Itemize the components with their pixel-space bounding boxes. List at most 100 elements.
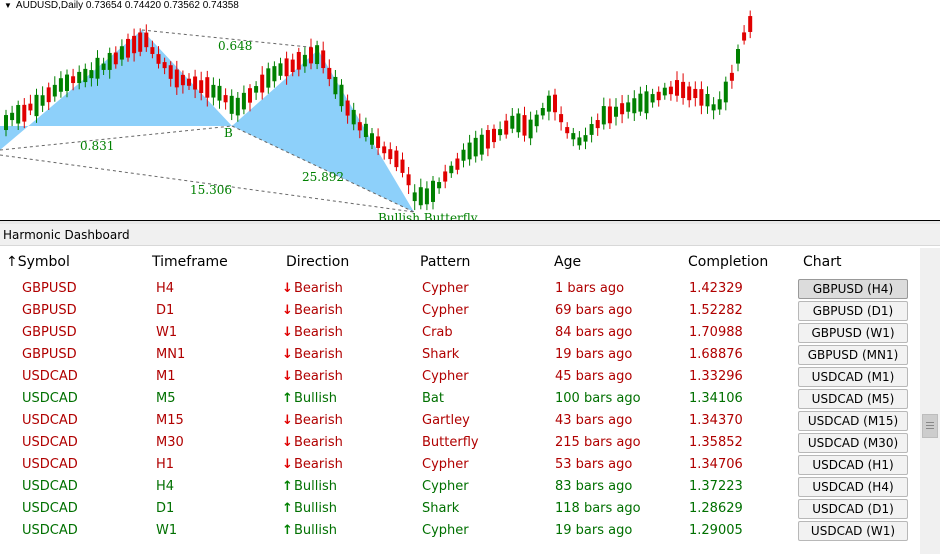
open-chart-button[interactable]: GBPUSD (W1) [798, 323, 908, 343]
table-row[interactable]: GBPUSD W1 ↓Bearish Crab 84 bars ago 1.70988 GB… [0, 322, 920, 344]
table-row[interactable]: USDCAD M1 ↓Bearish Cypher 45 bars ago 1.33296… [0, 366, 920, 388]
open-chart-button[interactable]: USDCAD (H1) [798, 455, 908, 475]
arrow-up-icon: ↑ [282, 501, 293, 516]
candle-body [681, 81, 686, 99]
column-header-direction[interactable]: Direction [286, 254, 349, 270]
direction-label: Bearish [294, 369, 343, 384]
candle-body [4, 115, 8, 131]
candle-body [498, 129, 503, 136]
candle-body [729, 72, 734, 81]
candle-body [199, 80, 204, 93]
arrow-up-icon: ↑ [282, 479, 293, 494]
table-row[interactable]: GBPUSD H4 ↓Bearish Cypher 1 bars ago 1.42329 G… [0, 278, 920, 300]
open-chart-button[interactable]: USDCAD (M30) [798, 433, 908, 453]
candle-body [528, 119, 533, 139]
ratio-label-bcd: 25.892 [302, 170, 344, 184]
open-chart-button[interactable]: USDCAD (M1) [798, 367, 908, 387]
candle-body [492, 128, 496, 143]
candle-body [22, 104, 27, 122]
candle-body [357, 122, 362, 131]
scrollbar-thumb[interactable] [922, 414, 938, 438]
candle-body [614, 106, 618, 117]
cell-direction: ↓Bearish [282, 369, 343, 384]
open-chart-button[interactable]: GBPUSD (MN1) [798, 345, 908, 365]
cell-age: 53 bars ago [555, 457, 633, 472]
open-chart-button[interactable]: GBPUSD (H4) [798, 279, 908, 299]
table-row[interactable]: USDCAD M5 ↑Bullish Bat 100 bars ago 1.34106 US… [0, 388, 920, 410]
candle-body [229, 95, 234, 114]
cell-completion: 1.68876 [689, 347, 743, 362]
column-header-age[interactable]: Age [554, 254, 581, 270]
table-row[interactable]: USDCAD H1 ↓Bearish Cypher 53 bars ago 1.34706… [0, 454, 920, 476]
candlestick-chart-canvas[interactable]: 0.6480.83115.30625.892BBullish Butterfly [0, 0, 940, 225]
cell-completion: 1.29005 [689, 523, 743, 538]
cell-completion: 1.35852 [689, 435, 743, 450]
candle-body [589, 124, 594, 135]
column-header-timeframe[interactable]: Timeframe [152, 254, 228, 270]
cell-pattern: Bat [422, 391, 444, 406]
candle-body [699, 89, 704, 106]
candle-body [376, 136, 381, 148]
candle-body [290, 59, 295, 73]
table-row[interactable]: USDCAD W1 ↑Bullish Cypher 19 bars ago 1.29005… [0, 520, 920, 542]
ratio-label-xab: 0.648 [218, 39, 252, 53]
candle-body [278, 63, 283, 76]
candle-body [406, 174, 411, 186]
price-chart[interactable]: 0.648 0.831 15.306 25.892 B Bullish Butterfly… [0, 0, 940, 225]
candle-body [449, 165, 454, 174]
open-chart-button[interactable]: USDCAD (M5) [798, 389, 908, 409]
cell-age: 118 bars ago [555, 501, 641, 516]
candle-body [723, 81, 728, 103]
candle-body [626, 102, 631, 112]
table-row[interactable]: USDCAD M15 ↓Bearish Gartley 43 bars ago 1.343… [0, 410, 920, 432]
candle-body [150, 47, 155, 54]
column-header-completion[interactable]: Completion [688, 254, 768, 270]
candle-body [748, 16, 753, 32]
cell-timeframe: W1 [156, 523, 178, 538]
candle-body [565, 127, 570, 134]
table-row[interactable]: USDCAD H4 ↑Bullish Cypher 83 bars ago 1.37223… [0, 476, 920, 498]
column-header-chart[interactable]: Chart [803, 254, 841, 270]
cell-symbol: GBPUSD [22, 347, 77, 362]
arrow-down-icon: ↓ [282, 303, 293, 318]
candle-body [315, 45, 320, 65]
cell-completion: 1.28629 [689, 501, 743, 516]
cell-completion: 1.37223 [689, 479, 743, 494]
candle-body [571, 133, 576, 140]
candle-body [736, 49, 740, 64]
column-header-symbol[interactable]: ↑Symbol [6, 254, 70, 270]
direction-label: Bearish [294, 413, 343, 428]
cell-timeframe: H4 [156, 479, 175, 494]
candle-body [321, 50, 326, 69]
candle-body [577, 137, 582, 146]
candle-body [351, 109, 356, 125]
cell-symbol: USDCAD [22, 391, 78, 406]
table-row[interactable]: USDCAD M30 ↓Bearish Butterfly 215 bars ago 1.… [0, 432, 920, 454]
candle-body [546, 95, 551, 112]
open-chart-button[interactable]: USDCAD (M15) [798, 411, 908, 431]
candle-body [272, 66, 277, 82]
candle-body [119, 46, 124, 60]
table-row[interactable]: GBPUSD D1 ↓Bearish Cypher 69 bars ago 1.52282… [0, 300, 920, 322]
cell-pattern: Cypher [422, 281, 469, 296]
candle-body [211, 84, 216, 98]
vertical-scrollbar[interactable] [920, 248, 940, 554]
open-chart-button[interactable]: USDCAD (H4) [798, 477, 908, 497]
cell-direction: ↓Bearish [282, 325, 343, 340]
column-header-pattern[interactable]: Pattern [420, 254, 470, 270]
candle-body [553, 94, 557, 113]
open-chart-button[interactable]: GBPUSD (D1) [798, 301, 908, 321]
table-row[interactable]: USDCAD D1 ↑Bullish Shark 118 bars ago 1.28629… [0, 498, 920, 520]
open-chart-button[interactable]: USDCAD (W1) [798, 521, 908, 541]
pattern-triangle-bcd [232, 50, 414, 212]
cell-completion: 1.34706 [689, 457, 743, 472]
candle-body [455, 158, 460, 170]
open-chart-button[interactable]: USDCAD (D1) [798, 499, 908, 519]
candle-body [144, 32, 149, 48]
candle-body [46, 87, 51, 103]
cell-direction: ↓Bearish [282, 303, 343, 318]
table-row[interactable]: GBPUSD MN1 ↓Bearish Shark 19 bars ago 1.68876… [0, 344, 920, 366]
cell-pattern: Cypher [422, 369, 469, 384]
candle-body [241, 92, 246, 110]
cell-completion: 1.33296 [689, 369, 743, 384]
